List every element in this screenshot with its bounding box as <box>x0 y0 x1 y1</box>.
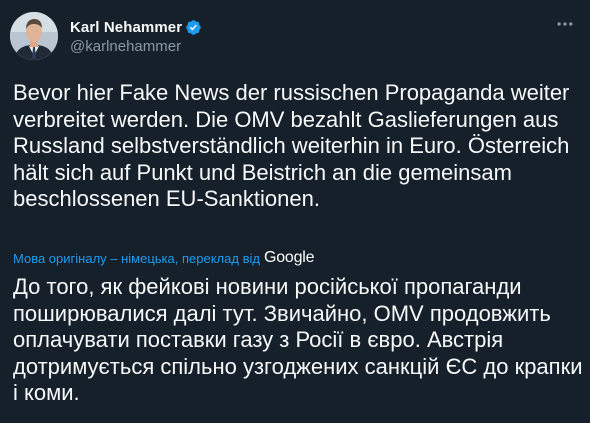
verified-badge-icon <box>185 19 202 36</box>
author-handle[interactable]: @karlnehammer <box>70 38 181 55</box>
author-display-name[interactable]: Karl Nehammer <box>70 19 182 36</box>
google-logo: Google <box>263 249 315 266</box>
avatar[interactable] <box>10 12 58 60</box>
translation-notice-label[interactable]: Мова оригіналу – німецька, переклад від <box>13 251 260 266</box>
translation-notice[interactable]: Мова оригіналу – німецька, переклад від … <box>13 248 315 268</box>
more-options-icon[interactable] <box>554 13 576 35</box>
tweet-text-original: Bevor hier Fake News der russischen Prop… <box>13 80 570 211</box>
tweet-text-translated: До того, як фейкові новини російської пр… <box>13 274 583 405</box>
tweet-card: Karl Nehammer @karlnehammer Bevor hier F… <box>0 0 590 423</box>
author-name-row: Karl Nehammer <box>70 17 202 37</box>
avatar-photo <box>10 12 58 60</box>
